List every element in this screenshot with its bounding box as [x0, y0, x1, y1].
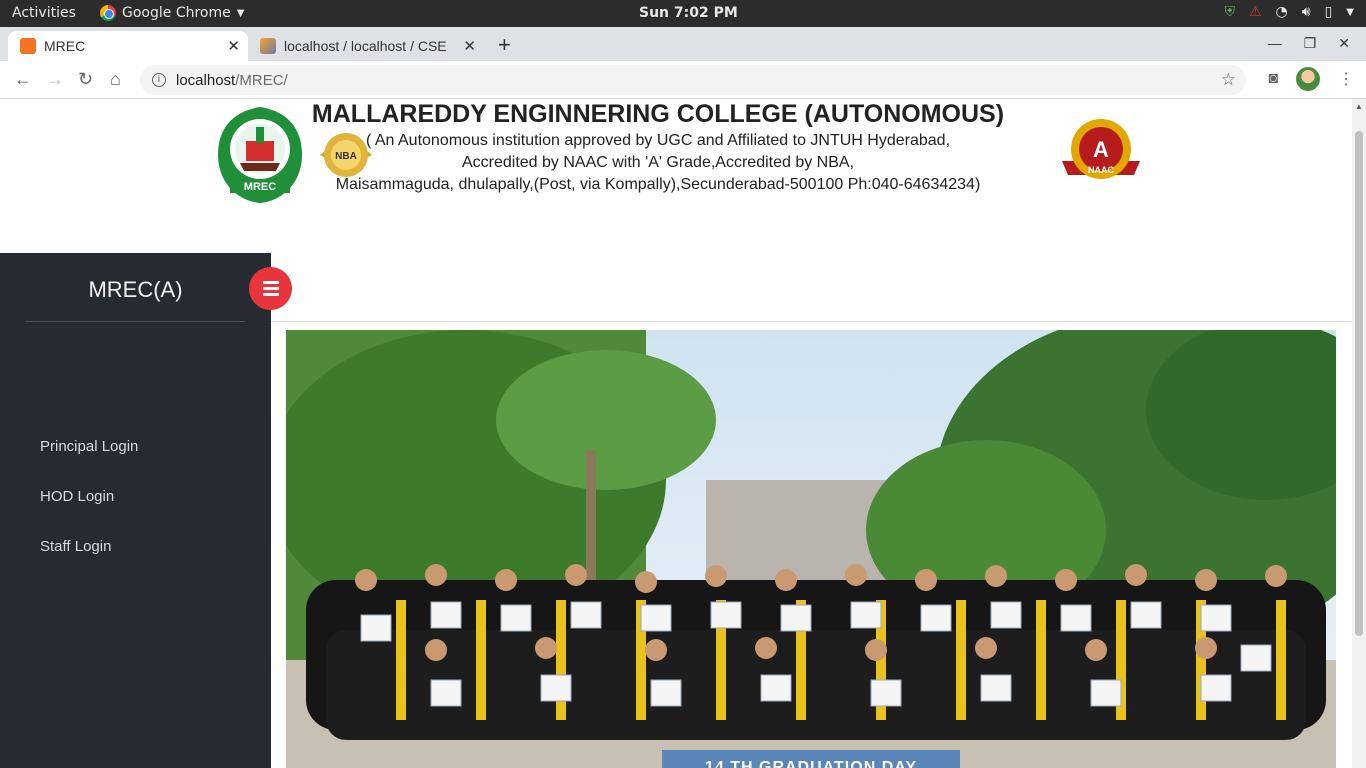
- sidebar: MREC(A) Principal Login HOD Login Staff …: [0, 253, 271, 768]
- browser-toolbar: ← → ↻ ⌂ i localhost/MREC/ ☆ ◙ ⋮: [0, 61, 1366, 99]
- tab-title: localhost / localhost / CSE: [284, 38, 447, 54]
- shield-icon[interactable]: ⛨: [1224, 4, 1235, 20]
- sidebar-item-principal-login[interactable]: Principal Login: [40, 438, 138, 455]
- home-icon[interactable]: ⌂: [110, 69, 121, 90]
- back-icon[interactable]: ←: [14, 69, 32, 90]
- warning-icon[interactable]: ⚠: [1249, 4, 1262, 20]
- college-header: MREC NBA A NAAC MALLAREDDY ENGINNERING C…: [0, 99, 1352, 249]
- xampp-icon: [20, 38, 36, 54]
- activities-button[interactable]: Activities: [12, 5, 76, 21]
- url-host: localhost: [176, 71, 236, 89]
- minimize-icon[interactable]: —: [1268, 35, 1282, 52]
- tab-title: MREC: [44, 38, 86, 54]
- info-icon[interactable]: i: [152, 73, 166, 87]
- sidebar-divider: [25, 321, 245, 322]
- graduation-photo: [286, 330, 1336, 768]
- system-tray: ⛨ ⚠ ◔ 🔊︎ ▯ ▼: [1224, 4, 1354, 20]
- window-controls: — ❐ ✕: [1268, 35, 1350, 52]
- reload-icon[interactable]: ↻: [78, 69, 93, 90]
- graduates-group: [306, 564, 1326, 740]
- sidebar-brand[interactable]: MREC(A): [0, 277, 271, 303]
- menu-kebab-icon[interactable]: ⋮: [1338, 69, 1354, 89]
- toolbar-extensions: ◙ ⋮: [1268, 67, 1354, 91]
- chrome-icon: [100, 5, 116, 21]
- avatar[interactable]: [1296, 67, 1320, 91]
- page-scrollbar[interactable]: ▲: [1352, 99, 1366, 768]
- chevron-down-icon: ▼: [236, 7, 245, 19]
- chevron-down-icon[interactable]: ▼: [1346, 7, 1354, 18]
- college-title: MALLAREDDY ENGINNERING COLLEGE (AUTONOMO…: [311, 100, 1005, 128]
- system-top-bar: Activities Google Chrome ▼ Sun 7:02 PM ⛨…: [0, 0, 1366, 27]
- carousel-caption: 14 TH GRADUATION DAY: [662, 750, 960, 768]
- new-tab-button[interactable]: +: [498, 32, 511, 58]
- page-viewport: MREC NBA A NAAC MALLAREDDY ENGINNERING C…: [0, 99, 1352, 768]
- app-menu-label: Google Chrome: [122, 5, 231, 21]
- close-icon[interactable]: ✕: [227, 37, 240, 55]
- college-subtitle-line1: ( An Autonomous institution approved by …: [365, 132, 951, 149]
- restore-icon[interactable]: ❐: [1304, 35, 1317, 52]
- wifi-icon[interactable]: ◔: [1276, 4, 1288, 20]
- url-path: /MREC/: [235, 71, 288, 89]
- volume-icon[interactable]: 🔊︎: [1302, 4, 1311, 20]
- address-bar[interactable]: i localhost/MREC/ ☆: [140, 65, 1246, 95]
- scrollbar-thumb[interactable]: [1355, 131, 1363, 636]
- phpmyadmin-icon: [260, 38, 276, 54]
- sidebar-item-staff-login[interactable]: Staff Login: [40, 538, 111, 555]
- tab-phpmyadmin[interactable]: localhost / localhost / CSE ✕: [252, 31, 484, 61]
- close-icon[interactable]: ✕: [463, 37, 476, 55]
- college-subtitle-line2: Accredited by NAAC with 'A' Grade,Accred…: [461, 154, 855, 171]
- tab-mrec[interactable]: MREC ✕: [8, 31, 248, 61]
- app-menu[interactable]: Google Chrome ▼: [100, 5, 244, 21]
- close-window-icon[interactable]: ✕: [1338, 35, 1350, 52]
- scroll-up-icon[interactable]: ▲: [1355, 102, 1363, 111]
- extension-icon[interactable]: ◙: [1268, 70, 1278, 88]
- forward-icon[interactable]: →: [46, 69, 64, 90]
- clock[interactable]: Sun 7:02 PM: [639, 5, 738, 21]
- tab-strip: MREC ✕ localhost / localhost / CSE ✕ + —…: [0, 27, 1366, 61]
- college-subtitle-line3: Maisammaguda, dhulapally,(Post, via Komp…: [335, 176, 981, 193]
- graduation-carousel[interactable]: 14 TH GRADUATION DAY: [286, 330, 1336, 768]
- bookmark-star-icon[interactable]: ☆: [1221, 70, 1236, 90]
- content-top-bar: [271, 253, 1352, 322]
- sidebar-item-hod-login[interactable]: HOD Login: [40, 488, 114, 505]
- battery-icon[interactable]: ▯: [1325, 4, 1333, 20]
